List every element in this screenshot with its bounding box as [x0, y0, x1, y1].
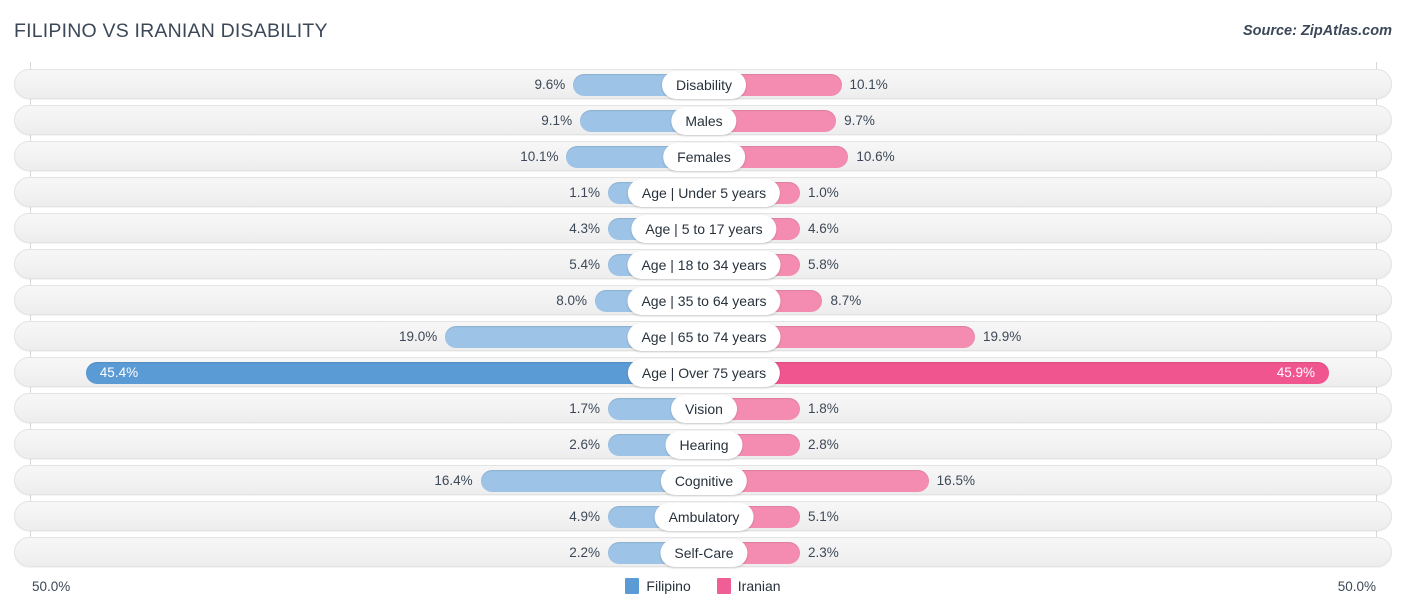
chart-legend: Filipino Iranian	[0, 578, 1406, 594]
category-label-pill: Females	[663, 143, 745, 171]
bar-group: 4.9% 5.1% Ambulatory	[15, 502, 1393, 532]
value-label-iranian: 1.0%	[808, 185, 839, 200]
value-label-iranian: 5.8%	[808, 257, 839, 272]
value-label-filipino: 19.0%	[399, 329, 438, 344]
value-label-filipino: 5.4%	[569, 257, 600, 272]
legend-label: Filipino	[646, 578, 691, 594]
chart-row: 2.6% 2.8% Hearing	[14, 429, 1392, 459]
chart-row: 2.2% 2.3% Self-Care	[14, 537, 1392, 567]
chart-footer: 50.0% 50.0% Filipino Iranian	[0, 570, 1406, 612]
category-label-pill: Males	[671, 107, 737, 135]
category-label-pill: Self-Care	[660, 539, 748, 567]
chart-row: 1.7% 1.8% Vision	[14, 393, 1392, 423]
value-label-iranian: 9.7%	[844, 113, 875, 128]
category-label-pill: Age | Under 5 years	[627, 179, 781, 207]
legend-label: Iranian	[737, 578, 781, 594]
bar-group: 9.1% 9.7% Males	[15, 106, 1393, 136]
value-label-iranian: 19.9%	[982, 329, 1022, 344]
category-label-pill: Age | 35 to 64 years	[627, 287, 781, 315]
bar-group: 19.0% 19.9% Age | 65 to 74 years	[15, 322, 1393, 352]
page-title: FILIPINO VS IRANIAN DISABILITY	[14, 20, 328, 42]
chart-row: 5.4% 5.8% Age | 18 to 34 years	[14, 249, 1392, 279]
category-label-text: Self-Care	[674, 545, 734, 561]
value-label-filipino: 1.1%	[569, 185, 600, 200]
category-label-pill: Ambulatory	[654, 503, 754, 531]
value-label-filipino: 9.6%	[534, 77, 566, 92]
category-label-text: Ambulatory	[668, 509, 740, 525]
value-label-iranian: 10.1%	[849, 77, 888, 92]
legend-swatch-icon	[625, 578, 640, 594]
category-label-pill: Age | 5 to 17 years	[631, 215, 777, 243]
category-label-text: Hearing	[679, 437, 729, 453]
value-label-filipino: 4.9%	[569, 509, 600, 524]
chart-row: 16.4% 16.5% Cognitive	[14, 465, 1392, 495]
bar-iranian[interactable]	[704, 362, 1329, 384]
source-attribution: Source: ZipAtlas.com	[1242, 23, 1392, 39]
value-label-filipino: 9.1%	[541, 113, 573, 128]
value-label-filipino: 2.2%	[569, 545, 600, 560]
value-label-iranian: 8.7%	[830, 293, 862, 308]
bar-group: 5.4% 5.8% Age | 18 to 34 years	[15, 250, 1393, 280]
category-label-text: Females	[677, 149, 731, 165]
bar-group: 45.4% 45.9% Age | Over 75 years	[15, 358, 1393, 388]
legend-item[interactable]: Iranian	[716, 578, 781, 594]
category-label-text: Age | 35 to 64 years	[641, 293, 767, 309]
bar-group: 1.1% 1.0% Age | Under 5 years	[15, 178, 1393, 208]
category-label-text: Age | Over 75 years	[641, 365, 767, 381]
bar-group: 2.6% 2.8% Hearing	[15, 430, 1393, 460]
value-label-iranian: 4.6%	[808, 221, 839, 236]
value-label-filipino: 16.4%	[434, 473, 473, 488]
chart-row: 1.1% 1.0% Age | Under 5 years	[14, 177, 1392, 207]
chart-row: 45.4% 45.9% Age | Over 75 years	[14, 357, 1392, 387]
category-label-pill: Vision	[671, 395, 737, 423]
category-label-text: Males	[685, 113, 723, 129]
value-label-filipino: 1.7%	[569, 401, 600, 416]
category-label-text: Disability	[675, 77, 733, 93]
bar-group: 8.0% 8.7% Age | 35 to 64 years	[15, 286, 1393, 316]
chart-row: 4.3% 4.6% Age | 5 to 17 years	[14, 213, 1392, 243]
value-label-filipino: 8.0%	[556, 293, 588, 308]
value-label-filipino: 45.4%	[99, 365, 139, 380]
bar-filipino[interactable]	[85, 362, 704, 384]
diverging-bar-chart: 9.6% 10.1% Disability 9.1% 9.7% Males 10.1% 10.…	[0, 62, 1406, 570]
bar-group: 4.3% 4.6% Age | 5 to 17 years	[15, 214, 1393, 244]
value-label-iranian: 2.3%	[808, 545, 839, 560]
value-label-iranian: 5.1%	[808, 509, 839, 524]
value-label-iranian: 16.5%	[936, 473, 975, 488]
chart-row: 19.0% 19.9% Age | 65 to 74 years	[14, 321, 1392, 351]
value-label-iranian: 1.8%	[808, 401, 839, 416]
category-label-text: Cognitive	[674, 473, 734, 489]
category-label-pill: Hearing	[665, 431, 743, 459]
bar-group: 2.2% 2.3% Self-Care	[15, 538, 1393, 568]
category-label-pill: Disability	[661, 71, 747, 99]
value-label-iranian: 45.9%	[1276, 365, 1315, 380]
category-label-text: Age | 5 to 17 years	[645, 221, 763, 237]
legend-item[interactable]: Filipino	[625, 578, 691, 594]
category-label-pill: Age | 18 to 34 years	[627, 251, 781, 279]
category-label-pill: Age | 65 to 74 years	[627, 323, 781, 351]
chart-row: 9.1% 9.7% Males	[14, 105, 1392, 135]
value-label-iranian: 2.8%	[808, 437, 839, 452]
category-label-pill: Age | Over 75 years	[627, 359, 781, 387]
value-label-filipino: 10.1%	[520, 149, 559, 164]
chart-row: 4.9% 5.1% Ambulatory	[14, 501, 1392, 531]
chart-header: FILIPINO VS IRANIAN DISABILITY Source: Z…	[0, 0, 1406, 62]
value-label-iranian: 10.6%	[856, 149, 895, 164]
bar-group: 16.4% 16.5% Cognitive	[15, 466, 1393, 496]
chart-row: 8.0% 8.7% Age | 35 to 64 years	[14, 285, 1392, 315]
bar-group: 10.1% 10.6% Females	[15, 142, 1393, 172]
value-label-filipino: 2.6%	[569, 437, 600, 452]
chart-page: FILIPINO VS IRANIAN DISABILITY Source: Z…	[0, 0, 1406, 612]
category-label-text: Vision	[685, 401, 723, 417]
legend-swatch-icon	[716, 578, 731, 594]
category-label-text: Age | Under 5 years	[641, 185, 767, 201]
category-label-text: Age | 65 to 74 years	[641, 329, 767, 345]
bar-group: 1.7% 1.8% Vision	[15, 394, 1393, 424]
value-label-filipino: 4.3%	[569, 221, 600, 236]
bar-group: 9.6% 10.1% Disability	[15, 70, 1393, 100]
category-label-text: Age | 18 to 34 years	[641, 257, 767, 273]
chart-row: 10.1% 10.6% Females	[14, 141, 1392, 171]
category-label-pill: Cognitive	[660, 467, 748, 495]
chart-row: 9.6% 10.1% Disability	[14, 69, 1392, 99]
